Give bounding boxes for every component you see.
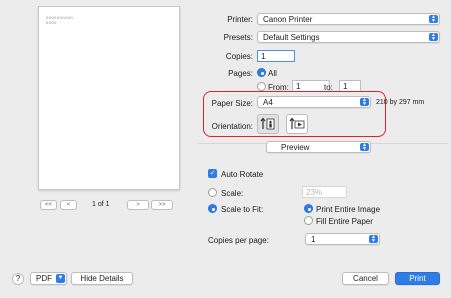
previous-page-button[interactable]: < — [60, 200, 77, 210]
print-entire-image-label: Print Entire Image — [316, 205, 381, 214]
copies-value: 1 — [261, 52, 266, 61]
printer-label: Printer: — [227, 15, 253, 24]
pages-from-radio[interactable] — [257, 82, 266, 91]
paper-size-value: A4 — [263, 98, 273, 107]
first-page-button[interactable]: << — [40, 200, 57, 210]
scale-label: Scale: — [221, 189, 244, 198]
section-select-value: Preview — [281, 143, 310, 152]
orientation-label: Orientation: — [211, 122, 253, 131]
print-button[interactable]: Print — [395, 272, 440, 285]
preview-page-content: 0000000000 0000 — [46, 15, 73, 25]
presets-label: Presets: — [223, 33, 253, 42]
preview-text-line: 0000 — [46, 20, 57, 25]
copies-per-page-select[interactable]: 1 ▲ ▼ — [305, 233, 380, 245]
auto-rotate-label: Auto Rotate — [221, 170, 264, 179]
portrait-orientation-icon — [260, 117, 275, 130]
scale-placeholder: 23% — [306, 188, 323, 197]
paper-size-label: Paper Size: — [211, 99, 253, 108]
orientation-portrait-button[interactable] — [257, 114, 279, 134]
fill-entire-paper-radio[interactable] — [304, 216, 313, 225]
last-page-button[interactable]: >> — [151, 200, 173, 210]
scale-to-fit-label: Scale to Fit: — [221, 205, 264, 214]
fill-entire-paper-label: Fill Entire Paper — [316, 217, 373, 226]
help-button[interactable]: ? — [12, 273, 24, 285]
pages-all-radio[interactable] — [257, 68, 266, 77]
landscape-orientation-icon — [289, 117, 305, 129]
presets-value: Default Settings — [263, 33, 320, 42]
chevron-updown-icon: ▲ ▼ — [429, 33, 438, 42]
scale-input[interactable]: 23% — [302, 186, 347, 198]
print-preview-page: 0000000000 0000 — [38, 6, 180, 190]
hide-details-button[interactable]: Hide Details — [71, 272, 133, 285]
print-entire-image-radio[interactable] — [304, 204, 313, 213]
copies-label: Copies: — [225, 52, 253, 61]
cancel-button[interactable]: Cancel — [342, 272, 389, 285]
paper-size-select[interactable]: A4 ▲ ▼ — [257, 96, 371, 108]
printer-select[interactable]: Canon Printer ▲ ▼ — [257, 13, 440, 25]
printer-value: Canon Printer — [263, 15, 313, 24]
orientation-landscape-button[interactable] — [286, 114, 308, 134]
chevron-updown-icon: ▲ ▼ — [360, 143, 369, 152]
pdf-menu-button[interactable]: PDF ▼ — [30, 272, 67, 285]
presets-select[interactable]: Default Settings ▲ ▼ — [257, 31, 440, 43]
chevron-updown-icon: ▲ ▼ — [369, 235, 378, 244]
copies-per-page-label: Copies per page: — [208, 236, 269, 245]
pdf-label: PDF — [36, 274, 52, 283]
chevron-updown-icon: ▲ ▼ — [360, 98, 369, 107]
auto-rotate-checkbox[interactable]: ✓ — [208, 169, 217, 178]
paper-size-dimensions: 210 by 297 mm — [376, 99, 425, 106]
pages-all-label: All — [268, 69, 277, 78]
copies-per-page-value: 1 — [311, 235, 316, 244]
pages-label: Pages: — [228, 69, 253, 78]
page-indicator: 1 of 1 — [92, 201, 110, 208]
next-page-button[interactable]: > — [127, 200, 149, 210]
scale-to-fit-radio[interactable] — [208, 204, 217, 213]
section-select[interactable]: Preview ▲ ▼ — [266, 141, 371, 153]
scale-radio[interactable] — [208, 188, 217, 197]
pages-to-value: 1 — [343, 82, 348, 91]
chevron-down-icon: ▼ — [56, 274, 65, 283]
pages-from-value: 1 — [296, 82, 301, 91]
copies-input[interactable]: 1 — [257, 50, 295, 62]
chevron-updown-icon: ▲ ▼ — [429, 15, 438, 24]
